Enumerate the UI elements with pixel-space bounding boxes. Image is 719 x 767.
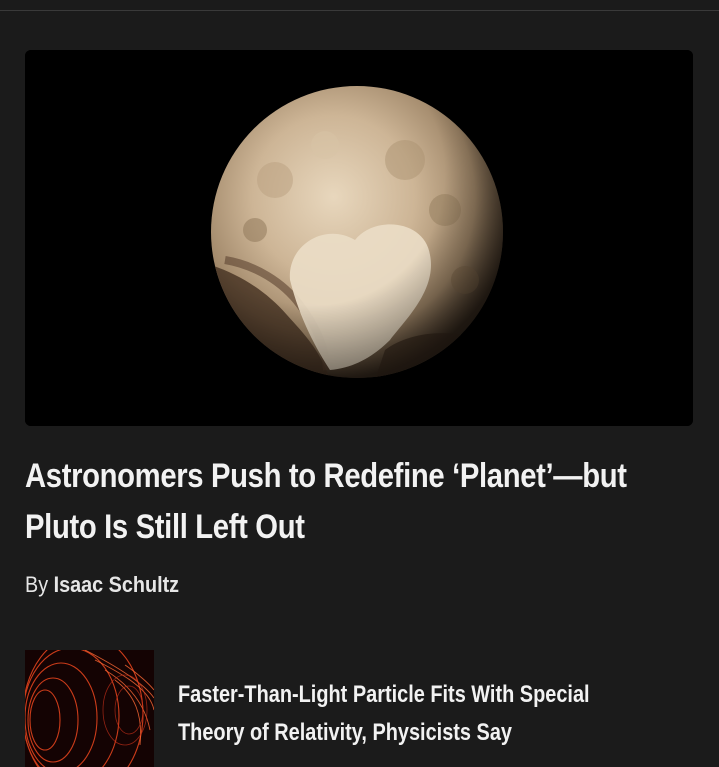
author-link[interactable]: Isaac Schultz [54,572,179,597]
top-divider [0,0,719,11]
red-spiral-rings-image [25,650,154,767]
pluto-image [25,50,693,426]
headline-text: Astronomers Push to Redefine ‘Planet’—bu… [25,457,627,546]
related-thumbnail[interactable] [25,650,154,767]
hero-image[interactable] [25,50,693,426]
related-article-title[interactable]: Faster-Than-Light Particle Fits With Spe… [178,676,643,752]
byline: By Isaac Schultz [25,570,179,600]
byline-prefix: By [25,572,49,597]
related-article[interactable]: Faster-Than-Light Particle Fits With Spe… [25,650,719,767]
article-headline[interactable]: Astronomers Push to Redefine ‘Planet’—bu… [25,451,627,553]
